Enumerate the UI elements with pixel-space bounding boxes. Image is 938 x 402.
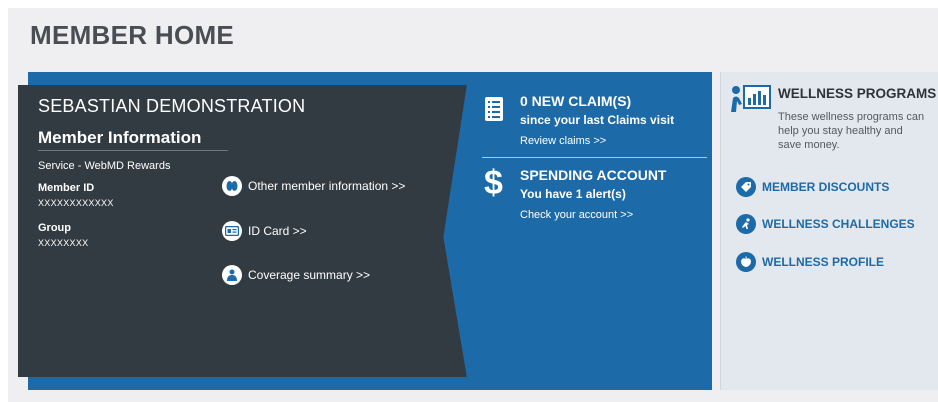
member-id-label: Member ID: [38, 182, 95, 194]
coverage-summary-link[interactable]: Coverage summary >>: [222, 265, 370, 285]
member-name: SEBASTIAN DEMONSTRATION: [38, 96, 306, 116]
member-id-value: XXXXXXXXXXXX: [38, 198, 114, 208]
id-card-link[interactable]: ID Card >>: [222, 221, 307, 241]
member-discounts-label: MEMBER DISCOUNTS: [762, 180, 890, 194]
wellness-description: These wellness programs can help you sta…: [778, 111, 925, 151]
discount-icon: [736, 177, 756, 197]
wellness-profile-link[interactable]: WELLNESS PROFILE: [736, 252, 884, 272]
member-discounts-link[interactable]: MEMBER DISCOUNTS: [736, 177, 889, 197]
service-text: Service - WebMD Rewards: [38, 160, 171, 172]
page-title: MEMBER HOME: [30, 20, 235, 50]
member-info-heading: Member Information: [38, 128, 202, 147]
dollar-icon: $: [484, 164, 503, 202]
claims-count: 0 NEW CLAIM(S): [520, 93, 632, 109]
review-claims-link[interactable]: Review claims >>: [520, 135, 606, 147]
check-account-link[interactable]: Check your account >>: [520, 209, 633, 221]
spending-alerts: You have 1 alert(s): [520, 187, 626, 201]
coverage-summary-label: Coverage summary >>: [248, 268, 371, 282]
claims-subtitle: since your last Claims visit: [520, 113, 675, 127]
id-card-icon: [222, 221, 242, 241]
group-label: Group: [38, 222, 71, 234]
divider: [38, 150, 228, 151]
group-value: XXXXXXXX: [38, 238, 89, 248]
people-icon: [222, 176, 242, 196]
runner-icon: [736, 214, 756, 234]
id-card-label: ID Card >>: [248, 224, 307, 238]
wellness-challenges-label: WELLNESS CHALLENGES: [762, 217, 915, 231]
wellness-programs-title: WELLNESS PROGRAMS: [778, 86, 937, 101]
apple-icon: [736, 252, 756, 272]
other-member-info-link[interactable]: Other member information >>: [222, 176, 405, 196]
coverage-icon: [222, 265, 242, 285]
claims-list-icon: [485, 97, 503, 121]
spending-account-title: SPENDING ACCOUNT: [520, 167, 667, 183]
wellness-profile-label: WELLNESS PROFILE: [762, 255, 885, 269]
other-member-info-label: Other member information >>: [248, 179, 406, 193]
wellness-chart-icon: [731, 85, 771, 112]
wellness-challenges-link[interactable]: WELLNESS CHALLENGES: [736, 214, 915, 234]
divider: [482, 157, 707, 158]
